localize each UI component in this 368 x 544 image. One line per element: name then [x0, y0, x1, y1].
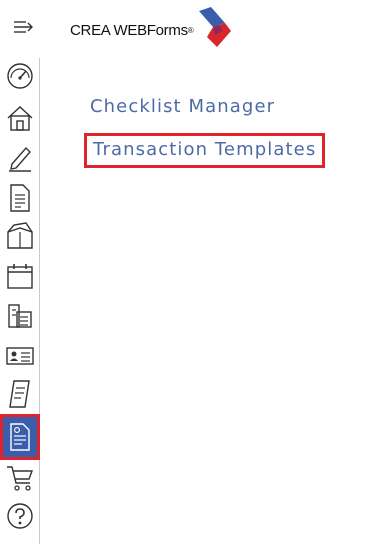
forms-template-icon: [10, 423, 30, 451]
sidebar-item-notes[interactable]: [2, 376, 38, 412]
sidebar-item-offices[interactable]: [2, 298, 38, 334]
sidebar-item-forms-templates[interactable]: [0, 414, 40, 460]
help-icon: [7, 503, 33, 529]
document-icon: [10, 184, 30, 212]
logo-mark-icon: [199, 7, 232, 47]
office-building-icon: [8, 304, 32, 328]
package-box-icon: [7, 222, 33, 249]
shopping-cart-icon: [7, 466, 34, 491]
menu-collapse-icon[interactable]: [12, 18, 36, 36]
sidebar-item-store[interactable]: [2, 460, 38, 496]
logo-text: CREA WEBForms: [70, 21, 188, 39]
calendar-icon: [7, 264, 33, 289]
home-icon: [7, 106, 33, 131]
checklist-manager-link[interactable]: Checklist Manager: [90, 96, 275, 117]
app-page: CREA WEBForms ® Checklist Manager Transa…: [0, 0, 368, 544]
sidebar-item-documents[interactable]: [2, 180, 38, 216]
notepad-icon: [9, 380, 30, 408]
contact-card-icon: [6, 347, 34, 365]
sidebar-item-dashboard[interactable]: [2, 58, 38, 94]
sidebar-item-sign[interactable]: [2, 140, 38, 176]
sidebar-item-calendar[interactable]: [2, 258, 38, 294]
sidebar-item-packages[interactable]: [2, 218, 38, 254]
sidebar: [0, 58, 40, 544]
sidebar-item-help[interactable]: [2, 498, 38, 534]
pen-icon: [9, 146, 31, 172]
logo-registered-mark: ®: [187, 25, 194, 35]
sidebar-item-home[interactable]: [2, 100, 38, 136]
transaction-templates-link[interactable]: Transaction Templates: [84, 133, 326, 168]
dashboard-gauge-icon: [7, 63, 33, 89]
crea-webforms-logo[interactable]: CREA WEBForms ®: [70, 7, 233, 52]
sidebar-item-contacts[interactable]: [2, 338, 38, 374]
